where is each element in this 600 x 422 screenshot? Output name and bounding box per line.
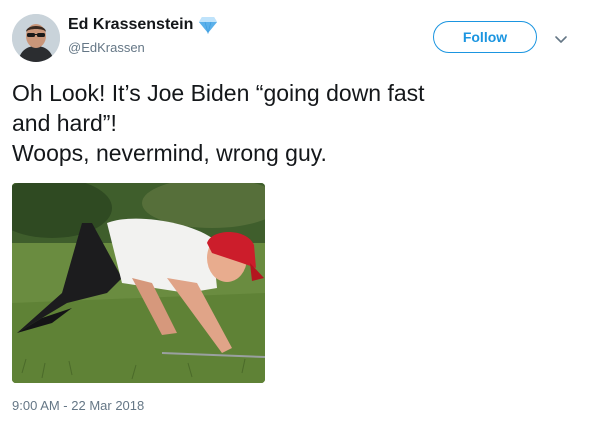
verified-diamond-icon bbox=[198, 16, 218, 35]
author-name-row: Ed Krassenstein bbox=[68, 16, 218, 35]
tweet-text-line: Woops, nevermind, wrong guy. bbox=[12, 140, 327, 166]
tweet-timestamp[interactable]: 9:00 AM - 22 Mar 2018 bbox=[12, 398, 144, 413]
tweet-card: Ed Krassenstein @EdKrassen Follow Oh Loo… bbox=[0, 0, 600, 422]
tweet-text-line: Oh Look! It’s Joe Biden “going down fast bbox=[12, 80, 425, 106]
tweet-text: Oh Look! It’s Joe Biden “going down fast… bbox=[12, 78, 582, 168]
tweet-text-line: and hard”! bbox=[12, 110, 117, 136]
author-display-name[interactable]: Ed Krassenstein bbox=[68, 16, 193, 34]
photo-man-crawling-on-grass bbox=[12, 183, 265, 383]
author-handle[interactable]: @EdKrassen bbox=[68, 40, 145, 55]
chevron-down-icon[interactable] bbox=[554, 32, 568, 43]
follow-button[interactable]: Follow bbox=[433, 21, 537, 53]
author-avatar[interactable] bbox=[12, 14, 60, 62]
avatar-image bbox=[12, 14, 60, 62]
tweet-photo[interactable] bbox=[12, 183, 265, 383]
